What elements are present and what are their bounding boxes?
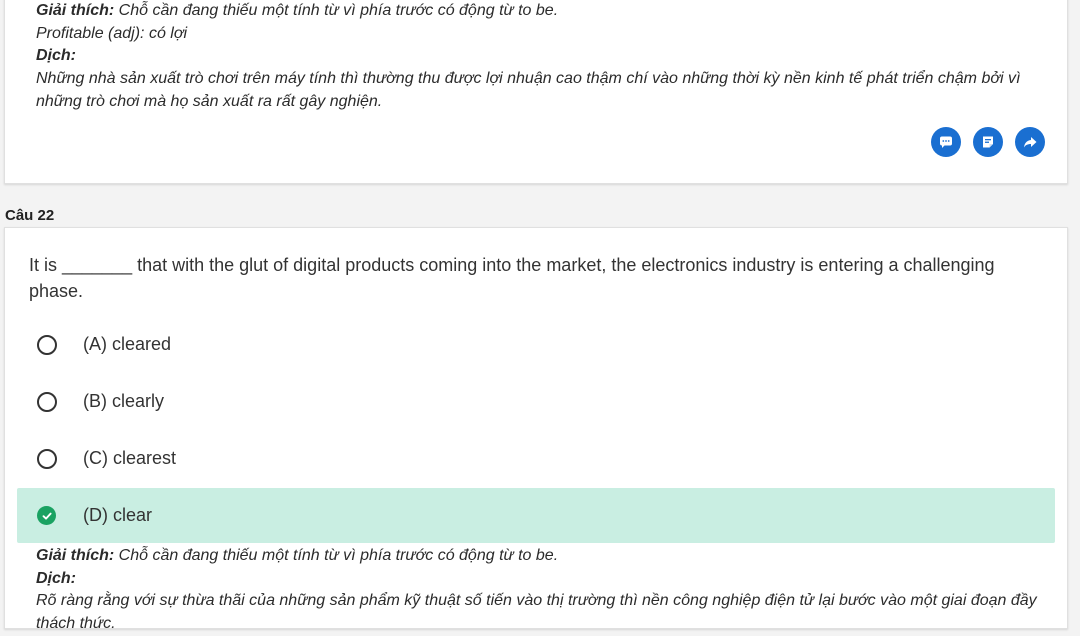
translation-text: Rõ ràng rằng với sự thừa thãi của những … (36, 592, 1037, 633)
translation-label: Dịch: (36, 569, 76, 587)
option-b[interactable]: (B) clearly (17, 374, 1055, 429)
note-icon (983, 136, 993, 148)
option-label: (C) clearest (83, 448, 177, 468)
share-icon (1024, 137, 1037, 148)
previous-explanation: Giải thích: Chỗ cần đang thiếu một tính … (36, 0, 1046, 114)
explanation-label: Giải thích: (36, 547, 115, 564)
vocabulary-note: Profitable (adj): có lợi (36, 24, 188, 42)
note-button[interactable] (973, 127, 1003, 157)
action-buttons (931, 127, 1045, 157)
option-d[interactable]: (D) clear (17, 488, 1055, 543)
comment-button[interactable] (931, 127, 961, 157)
option-label: (A) cleared (83, 334, 172, 354)
option-c[interactable]: (C) clearest (17, 431, 1055, 486)
radio-unchecked-icon[interactable] (37, 334, 57, 355)
share-button[interactable] (1015, 127, 1045, 157)
answer-options: (A) cleared (B) clearly (C) clearest (D)… (5, 317, 1067, 545)
question-card: It is _______ that with the glut of digi… (4, 227, 1068, 632)
option-label: (D) clear (83, 505, 153, 525)
translation-label: Dịch: (36, 47, 76, 65)
option-label: (B) clearly (83, 391, 165, 411)
question-text: It is _______ that with the glut of digi… (29, 255, 995, 301)
previous-question-card: Giải thích: Chỗ cần đang thiếu một tính … (4, 0, 1068, 184)
radio-unchecked-icon[interactable] (37, 448, 57, 469)
option-a[interactable]: (A) cleared (17, 317, 1055, 372)
question-explanation: Giải thích: Chỗ cần đang thiếu một tính … (36, 545, 1046, 636)
comment-icon (940, 136, 952, 148)
radio-unchecked-icon[interactable] (37, 391, 57, 412)
explanation-text: Chỗ cần đang thiếu một tính từ vì phía t… (114, 2, 559, 19)
translation-text: Những nhà sản xuất trò chơi trên máy tín… (36, 70, 1021, 110)
explanation-text: Chỗ cần đang thiếu một tính từ vì phía t… (114, 547, 559, 564)
question-number: Câu 22 (5, 207, 55, 224)
check-circle-icon[interactable] (37, 506, 56, 525)
explanation-label: Giải thích: (36, 2, 115, 19)
